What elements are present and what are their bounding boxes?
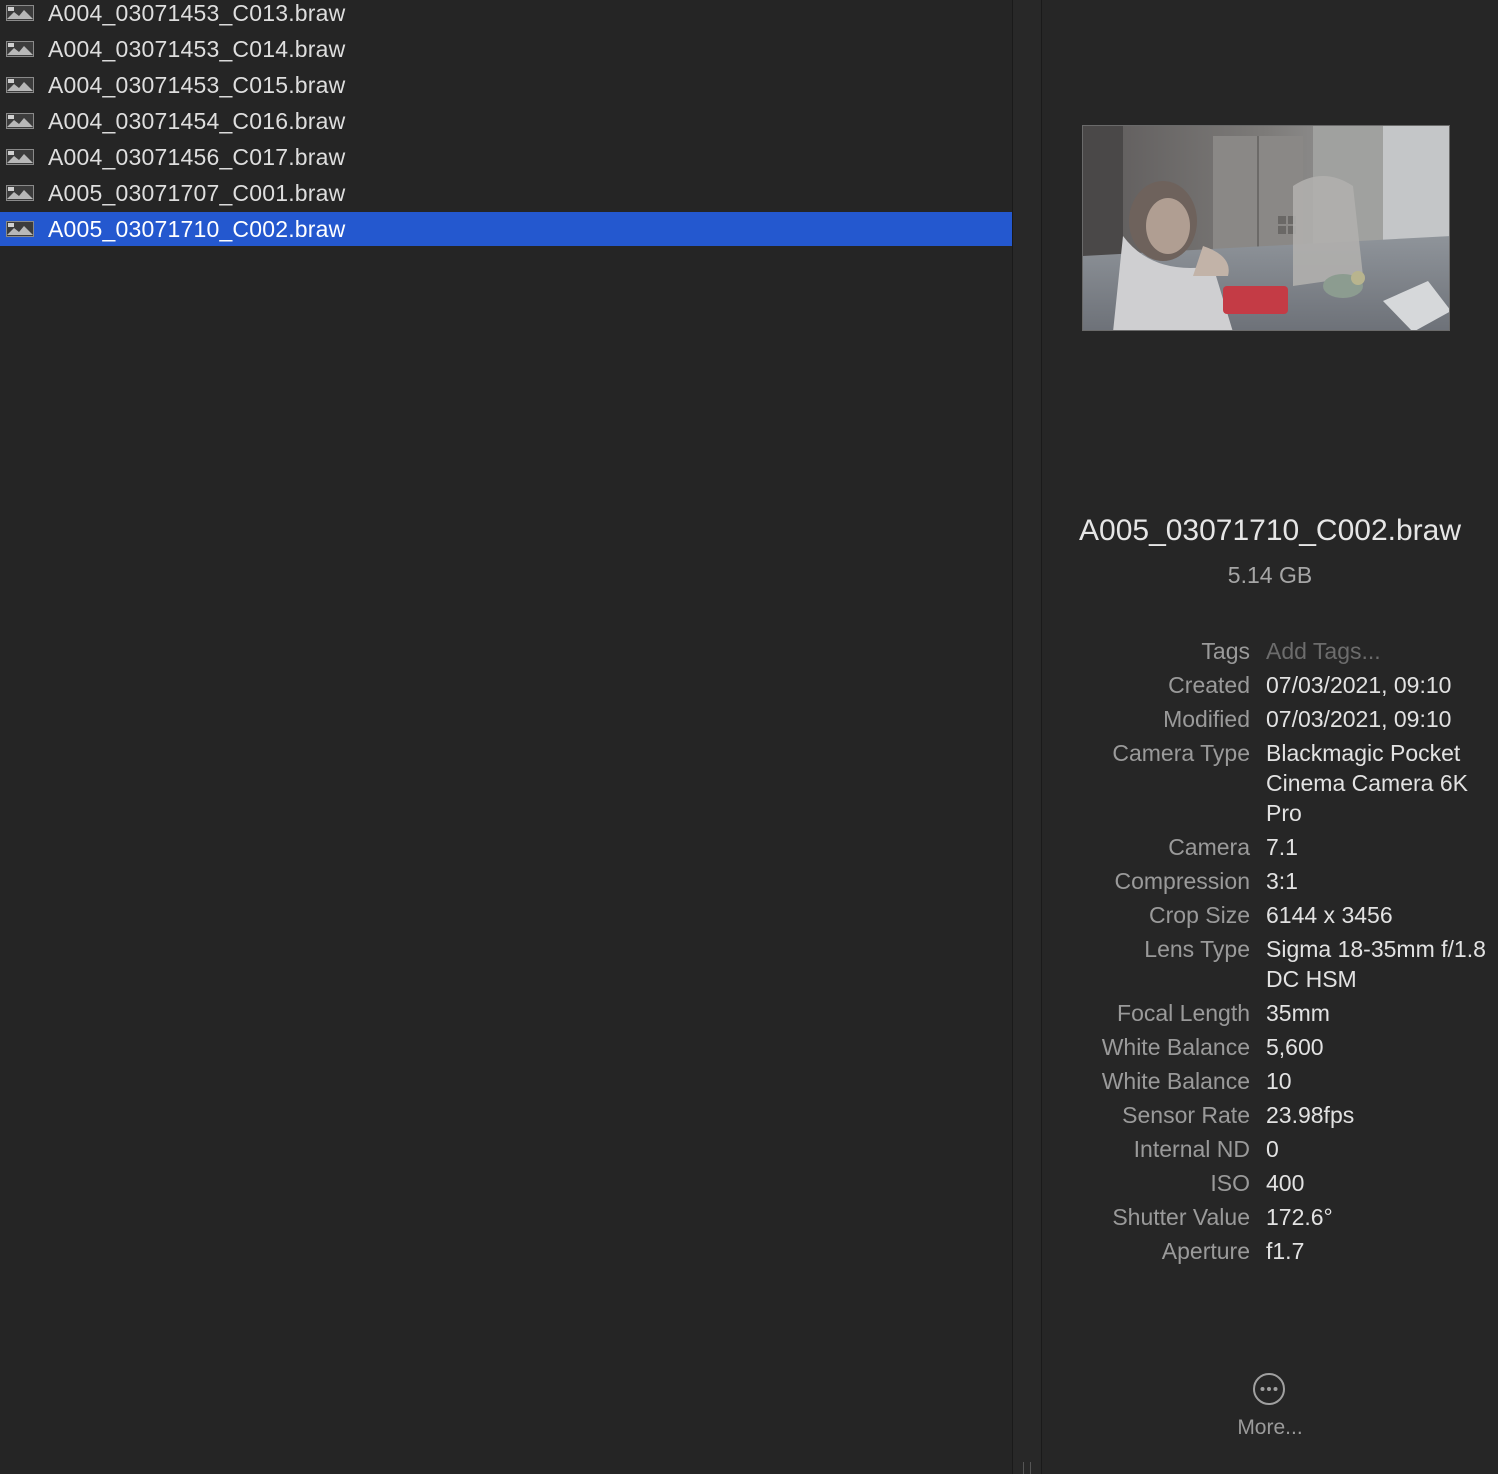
more-button[interactable]: More... bbox=[1230, 1370, 1310, 1450]
video-file-icon bbox=[6, 185, 34, 201]
file-list-item[interactable]: A004_03071454_C016.braw bbox=[0, 104, 1012, 138]
metadata-key: White Balance bbox=[1101, 1034, 1250, 1060]
file-list-item[interactable]: A004_03071453_C014.braw bbox=[0, 32, 1012, 66]
video-file-icon bbox=[6, 5, 34, 21]
add-tags-field[interactable]: Add Tags... bbox=[1266, 636, 1486, 666]
resize-grip-icon[interactable] bbox=[1023, 1462, 1031, 1474]
split-view-divider[interactable] bbox=[1012, 0, 1042, 1474]
metadata-value: f1.7 bbox=[1266, 1238, 1305, 1264]
metadata-value: Blackmagic Pocket Cinema Camera 6K Pro bbox=[1266, 740, 1468, 826]
preview-file-size: 5.14 GB bbox=[1227, 562, 1313, 588]
video-file-icon bbox=[6, 221, 34, 237]
metadata-key: Shutter Value bbox=[1112, 1204, 1250, 1230]
video-thumbnail bbox=[1082, 125, 1450, 331]
metadata-value: 3:1 bbox=[1266, 868, 1298, 894]
metadata-value: 5,600 bbox=[1266, 1034, 1324, 1060]
preview-file-name: A005_03071710_C002.braw bbox=[1079, 514, 1461, 547]
metadata-key: Focal Length bbox=[1117, 1000, 1250, 1026]
metadata-value: 35mm bbox=[1266, 1000, 1330, 1026]
metadata-value: 07/03/2021, 09:10 bbox=[1266, 706, 1452, 732]
preview-panel: A005_03071710_C002.braw 5.14 GB Tags Add … bbox=[1042, 0, 1498, 1474]
metadata-key: Aperture bbox=[1161, 1238, 1250, 1264]
metadata-key: Tags bbox=[1201, 638, 1250, 664]
metadata-key: Compression bbox=[1114, 868, 1251, 894]
file-name: A004_03071456_C017.braw bbox=[48, 143, 346, 170]
metadata-value: 400 bbox=[1266, 1170, 1305, 1196]
video-file-icon bbox=[6, 113, 34, 129]
file-list-item[interactable]: A004_03071453_C015.braw bbox=[0, 68, 1012, 102]
file-name: A004_03071453_C015.braw bbox=[48, 71, 346, 98]
video-file-icon bbox=[6, 41, 34, 57]
metadata-value: 07/03/2021, 09:10 bbox=[1266, 672, 1452, 698]
metadata-key: Camera bbox=[1168, 834, 1250, 860]
metadata-value: 10 bbox=[1266, 1068, 1292, 1094]
thumbnail-image bbox=[1083, 126, 1449, 330]
metadata-key: White Balance bbox=[1101, 1068, 1250, 1094]
metadata-key: Modified bbox=[1163, 706, 1250, 732]
file-list: A004_03071453_C013.braw A004_03071453_C01… bbox=[0, 0, 1012, 1474]
more-ellipsis-icon[interactable] bbox=[1252, 1372, 1286, 1406]
metadata-value: 0 bbox=[1266, 1136, 1279, 1162]
metadata-value: 172.6° bbox=[1266, 1204, 1333, 1230]
file-list-item[interactable]: A005_03071707_C001.braw bbox=[0, 176, 1012, 210]
file-list-item[interactable]: A004_03071456_C017.braw bbox=[0, 140, 1012, 174]
file-name: A004_03071453_C014.braw bbox=[48, 35, 346, 62]
file-name: A005_03071710_C002.braw bbox=[48, 215, 346, 242]
file-list-item[interactable]: A005_03071710_C002.braw bbox=[0, 212, 1012, 246]
metadata-key: Sensor Rate bbox=[1122, 1102, 1250, 1128]
video-file-icon bbox=[6, 149, 34, 165]
metadata-value: 7.1 bbox=[1266, 834, 1298, 860]
video-file-icon bbox=[6, 77, 34, 93]
metadata-key: Internal ND bbox=[1133, 1136, 1250, 1162]
more-label[interactable]: More... bbox=[1230, 1416, 1310, 1440]
metadata-key: Created bbox=[1168, 672, 1250, 698]
file-name: A004_03071453_C013.braw bbox=[48, 0, 346, 26]
metadata-key: Camera Type bbox=[1112, 740, 1250, 766]
metadata-value: Sigma 18-35mm f/1.8 DC HSM bbox=[1266, 936, 1486, 992]
file-name: A004_03071454_C016.braw bbox=[48, 107, 346, 134]
metadata-key: Lens Type bbox=[1144, 936, 1250, 962]
metadata-key: Crop Size bbox=[1149, 902, 1250, 928]
file-list-item[interactable]: A004_03071453_C013.braw bbox=[0, 0, 1012, 30]
metadata-value: 23.98fps bbox=[1266, 1102, 1355, 1128]
file-name: A005_03071707_C001.braw bbox=[48, 179, 346, 206]
metadata-key: ISO bbox=[1210, 1170, 1250, 1196]
metadata-value: 6144 x 3456 bbox=[1266, 902, 1393, 928]
